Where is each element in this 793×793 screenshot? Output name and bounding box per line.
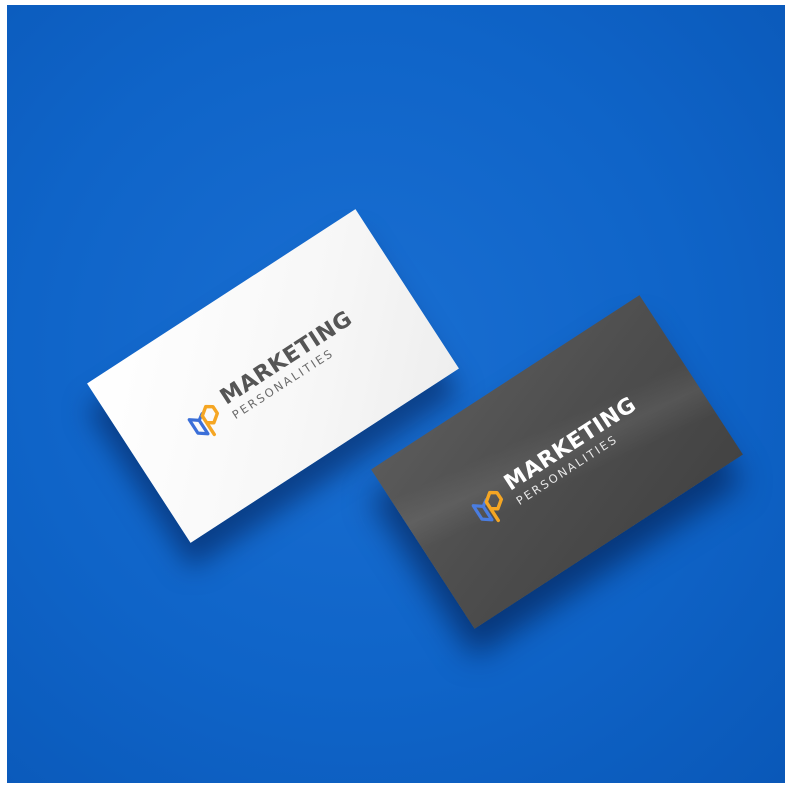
logo-primary-text: MARKETING (215, 306, 357, 410)
brand-logo: MARKETING PERSONALITIES (181, 306, 364, 445)
logo-wordmark: MARKETING PERSONALITIES (215, 306, 364, 422)
blue-backdrop: MARKETING PERSONALITIES MARKETING PERSON… (7, 5, 785, 783)
image-frame: MARKETING PERSONALITIES MARKETING PERSON… (0, 0, 793, 793)
mp-monogram-icon (187, 404, 220, 437)
